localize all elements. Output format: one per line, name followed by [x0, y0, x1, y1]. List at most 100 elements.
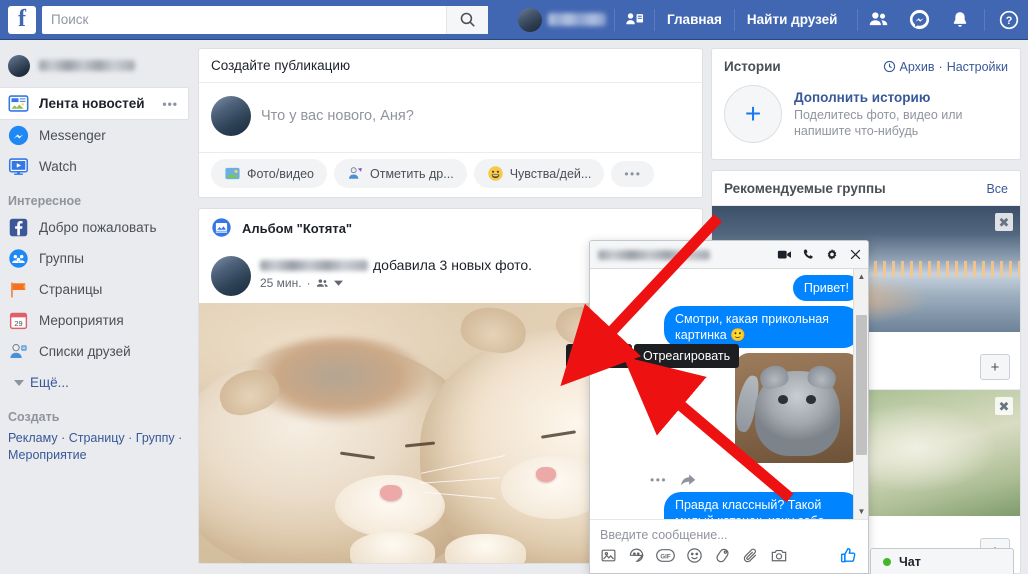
stories-actions: Архив · Настройки: [883, 59, 1008, 74]
more-options-icon[interactable]: •••: [650, 473, 667, 487]
composer-title: Создайте публикацию: [199, 49, 702, 83]
action-label: Отметить др...: [370, 166, 454, 181]
facebook-logo[interactable]: f: [8, 5, 36, 34]
feeling-activity-button[interactable]: Чувства/дей...: [473, 159, 605, 188]
post-author-name-blurred: [260, 259, 368, 271]
stories-archive-link[interactable]: Архив: [900, 60, 935, 74]
add-story-button[interactable]: +: [724, 85, 782, 143]
nav-right-group: Главная Найти друзей ?: [510, 0, 1028, 40]
add-story-row[interactable]: + Дополнить историю Поделитесь фото, вид…: [712, 83, 1020, 159]
friend-requests-button[interactable]: [615, 0, 654, 40]
chat-dock-bar[interactable]: Чат: [870, 548, 1014, 574]
chat-scrollbar[interactable]: ▲ ▼: [853, 269, 868, 519]
sidebar-item-pages[interactable]: Страницы: [0, 274, 197, 305]
sidebar-label: Мероприятия: [39, 313, 124, 328]
sidebar-item-watch[interactable]: Watch: [0, 151, 197, 182]
photo-video-button[interactable]: Фото/видео: [211, 159, 328, 188]
chat-header[interactable]: [590, 241, 868, 269]
archive-clock-icon: [883, 60, 895, 73]
add-story-title[interactable]: Дополнить историю: [794, 90, 1008, 105]
stories-settings-link[interactable]: Настройки: [947, 60, 1008, 74]
composer-more-button[interactable]: •••: [611, 160, 655, 187]
messenger-icon: [910, 9, 930, 30]
nav-link-find-friends[interactable]: Найти друзей: [735, 12, 850, 27]
action-label: Фото/видео: [247, 166, 315, 181]
search-input[interactable]: [42, 6, 446, 33]
camera-icon[interactable]: [770, 547, 788, 564]
action-label: Чувства/дей...: [509, 166, 592, 181]
phone-call-icon[interactable]: [802, 248, 815, 261]
tooltip-react: Отреагировать: [634, 344, 740, 374]
create-link-event[interactable]: Мероприятие: [8, 448, 87, 462]
sidebar-section-interesting: Интересное: [8, 194, 82, 208]
sidebar-item-messenger[interactable]: Messenger: [0, 120, 197, 151]
create-link-page[interactable]: Страницу: [69, 431, 125, 445]
profile-link[interactable]: [510, 7, 614, 32]
search-button[interactable]: [446, 5, 488, 34]
create-link-ad[interactable]: Рекламу: [8, 431, 58, 445]
friends-icon: [870, 12, 888, 26]
sidebar-item-friend-lists[interactable]: Списки друзей: [0, 336, 197, 367]
settings-gear-icon[interactable]: [825, 248, 839, 262]
avatar: [518, 7, 542, 32]
close-icon[interactable]: ✖: [995, 397, 1013, 415]
sidebar-label: Ещё...: [30, 375, 69, 390]
forward-arrow-icon[interactable]: [679, 472, 697, 488]
post-timestamp[interactable]: 25 мин.: [260, 276, 302, 290]
help-button[interactable]: ?: [989, 0, 1028, 40]
watch-icon: [8, 156, 30, 178]
sidebar-item-more[interactable]: Ещё...: [0, 367, 197, 398]
emoji-icon[interactable]: [686, 547, 703, 564]
message-image[interactable]: [735, 353, 860, 463]
join-group-button[interactable]: +: [980, 354, 1010, 380]
sidebar-item-events[interactable]: 29 Мероприятия: [0, 305, 197, 336]
chat-message: Смотри, какая прикольная картинка 🙂: [596, 306, 860, 348]
chat-message-input[interactable]: Введите сообщение...: [590, 520, 868, 546]
friends-audience-icon: [316, 278, 328, 287]
friends-button[interactable]: [858, 0, 899, 40]
sidebar-label: Списки друзей: [39, 344, 131, 359]
messenger-button[interactable]: [899, 0, 940, 40]
sidebar-item-profile[interactable]: [0, 50, 197, 81]
sidebar-item-options[interactable]: •••: [162, 97, 178, 111]
stories-header: Истории Архив · Настройки: [712, 49, 1020, 83]
attachment-icon[interactable]: [742, 547, 759, 564]
sidebar-item-welcome[interactable]: Добро пожаловать: [0, 212, 197, 243]
close-icon[interactable]: [849, 248, 862, 261]
chat-message: [596, 353, 860, 463]
add-story-text: Дополнить историю Поделитесь фото, видео…: [794, 90, 1008, 139]
tag-friends-button[interactable]: Отметить др...: [334, 159, 467, 188]
voice-clip-icon[interactable]: [714, 547, 731, 564]
kitten-nose: [380, 485, 403, 501]
thumbs-up-icon[interactable]: [839, 546, 858, 565]
chat-message-list[interactable]: Привет! Смотри, какая прикольная картинк…: [590, 269, 868, 519]
notifications-button[interactable]: [940, 0, 980, 40]
video-call-icon[interactable]: [777, 248, 792, 261]
svg-text:29: 29: [14, 318, 22, 327]
chat-dock-label: Чат: [899, 554, 921, 569]
composer-input-row[interactable]: Что у вас нового, Аня?: [199, 83, 702, 152]
sidebar-item-groups[interactable]: Группы: [0, 243, 197, 274]
photo-video-icon: [225, 167, 240, 180]
stories-card: Истории Архив · Настройки + Дополнить ис…: [711, 48, 1021, 160]
groups-see-all[interactable]: Все: [986, 182, 1008, 196]
create-link-group[interactable]: Группу: [136, 431, 175, 445]
left-sidebar: Лента новостей ••• Messenger Watch Интер…: [0, 40, 197, 574]
message-bubble: Смотри, какая прикольная картинка 🙂: [664, 306, 860, 348]
photo-icon[interactable]: [600, 547, 617, 564]
chat-message: Привет!: [596, 275, 860, 301]
chevron-down-icon[interactable]: [333, 280, 343, 286]
facebook-icon: [8, 217, 30, 239]
gif-icon[interactable]: GIF: [656, 548, 675, 563]
online-status-icon: [883, 557, 891, 566]
scroll-up-icon[interactable]: ▲: [854, 269, 868, 284]
separator: ·: [938, 59, 943, 74]
groups-icon: [8, 248, 30, 270]
close-icon[interactable]: ✖: [995, 213, 1013, 231]
sidebar-item-news-feed[interactable]: Лента новостей •••: [0, 87, 189, 120]
sidebar-label: Лента новостей: [39, 96, 145, 111]
sticker-icon[interactable]: [628, 547, 645, 564]
nav-link-home[interactable]: Главная: [655, 12, 734, 27]
scroll-down-icon[interactable]: ▼: [854, 504, 868, 519]
scrollbar-thumb[interactable]: [856, 315, 867, 455]
